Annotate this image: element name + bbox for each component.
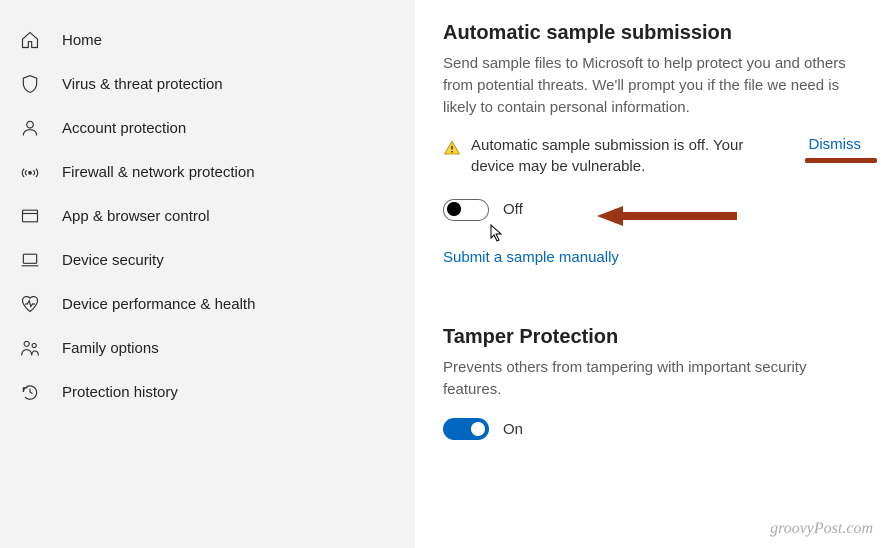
heart-icon	[20, 294, 40, 314]
person-icon	[20, 118, 40, 138]
sidebar-item-performance[interactable]: Device performance & health	[10, 282, 415, 326]
history-icon	[20, 382, 40, 402]
sidebar-item-label: Virus & threat protection	[62, 76, 223, 93]
warning-box: Automatic sample submission is off. Your…	[443, 136, 861, 177]
sidebar-item-label: Firewall & network protection	[62, 164, 255, 181]
main-content: Automatic sample submission Send sample …	[415, 0, 889, 548]
sidebar-item-account[interactable]: Account protection	[10, 106, 415, 150]
app-icon	[20, 206, 40, 226]
laptop-icon	[20, 250, 40, 270]
dismiss-label: Dismiss	[809, 136, 862, 153]
sidebar-item-home[interactable]: Home	[10, 18, 415, 62]
auto-submission-section: Automatic sample submission Send sample …	[443, 22, 861, 302]
shield-icon	[20, 74, 40, 94]
antenna-icon	[20, 162, 40, 182]
warning-icon	[443, 139, 461, 157]
sidebar-item-firewall[interactable]: Firewall & network protection	[10, 150, 415, 194]
tamper-toggle-row: On	[443, 418, 861, 440]
cursor-icon	[489, 223, 505, 248]
annotation-arrow-icon	[597, 204, 737, 233]
sidebar-item-label: Account protection	[62, 120, 186, 137]
submit-sample-link[interactable]: Submit a sample manually	[443, 249, 619, 266]
section-description: Send sample files to Microsoft to help p…	[443, 53, 861, 118]
sidebar-item-label: Home	[62, 32, 102, 49]
sidebar-item-appbrowser[interactable]: App & browser control	[10, 194, 415, 238]
sidebar-item-history[interactable]: Protection history	[10, 370, 415, 414]
sidebar-item-label: App & browser control	[62, 208, 210, 225]
sidebar-item-label: Family options	[62, 340, 159, 357]
sidebar-item-virus[interactable]: Virus & threat protection	[10, 62, 415, 106]
auto-submission-toggle[interactable]	[443, 199, 489, 221]
annotation-underline	[805, 158, 877, 163]
auto-submission-toggle-row: Off	[443, 199, 861, 221]
section-description: Prevents others from tampering with impo…	[443, 357, 861, 401]
tamper-protection-section: Tamper Protection Prevents others from t…	[443, 326, 861, 441]
tamper-toggle[interactable]	[443, 418, 489, 440]
home-icon	[20, 30, 40, 50]
sidebar-item-label: Device performance & health	[62, 296, 255, 313]
dismiss-link[interactable]: Dismiss	[809, 136, 862, 153]
section-title: Tamper Protection	[443, 326, 861, 349]
toggle-state-label: Off	[503, 201, 523, 218]
sidebar-item-device-security[interactable]: Device security	[10, 238, 415, 282]
warning-text: Automatic sample submission is off. Your…	[471, 136, 791, 177]
section-title: Automatic sample submission	[443, 22, 861, 45]
sidebar-item-label: Protection history	[62, 384, 178, 401]
sidebar-item-family[interactable]: Family options	[10, 326, 415, 370]
toggle-state-label: On	[503, 421, 523, 438]
sidebar-item-label: Device security	[62, 252, 164, 269]
family-icon	[20, 338, 40, 358]
sidebar: Home Virus & threat protection Account p…	[0, 0, 415, 548]
